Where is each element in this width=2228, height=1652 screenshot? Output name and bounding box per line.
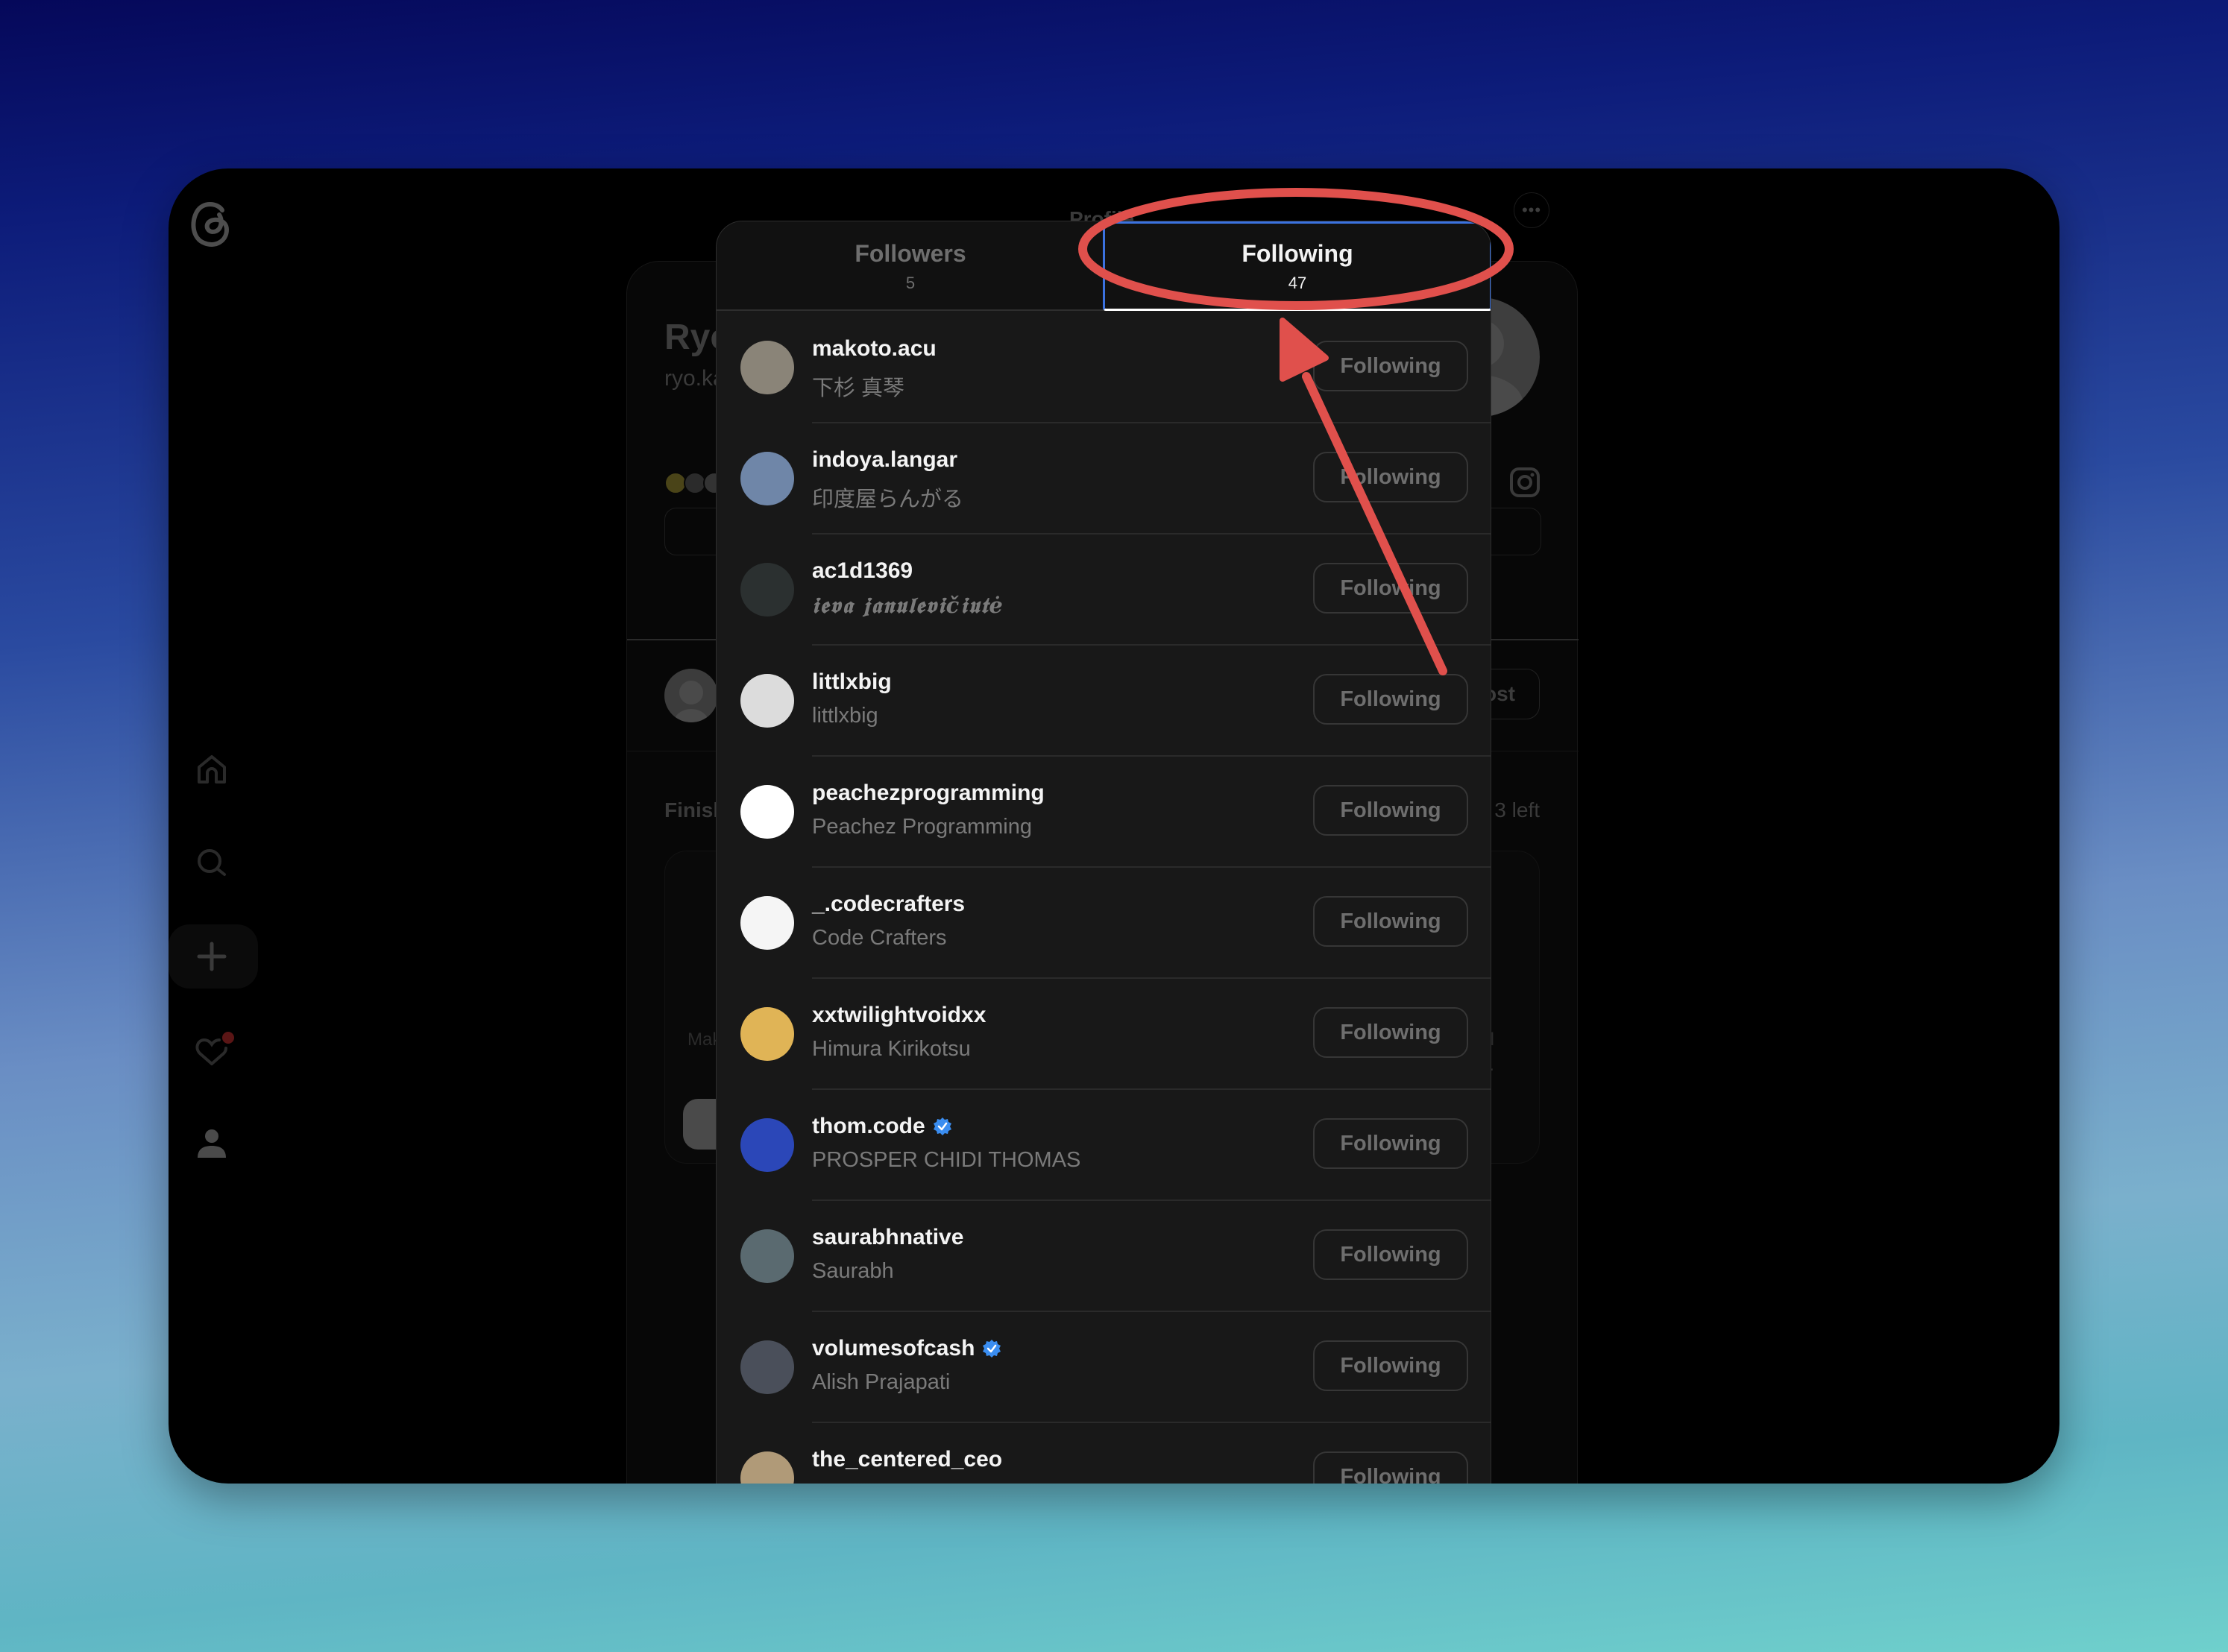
username-line: _.codecrafters bbox=[812, 892, 965, 917]
list-item[interactable]: xxtwilightvoidxx Himura Kirikotsu Follow… bbox=[717, 979, 1491, 1090]
following-button[interactable]: Following bbox=[1313, 674, 1468, 725]
tab-count: 47 bbox=[1288, 273, 1307, 292]
list-item[interactable]: ac1d1369 𝖎𝖊𝖛𝖆 𝖏𝖆𝖓𝖚𝖑𝖊𝖛𝖎č𝖎𝖚𝖙ė Following bbox=[717, 535, 1491, 646]
full-name: Code Crafters bbox=[812, 926, 947, 950]
following-button[interactable]: Following bbox=[1313, 1451, 1468, 1484]
list-item[interactable]: peachezprogramming Peachez Programming F… bbox=[717, 757, 1491, 868]
list-item[interactable]: the_centered_ceo Following bbox=[717, 1423, 1491, 1484]
home-icon bbox=[198, 755, 226, 784]
username-line: makoto.acu bbox=[812, 336, 937, 362]
list-item[interactable]: _.codecrafters Code Crafters Following bbox=[717, 868, 1491, 979]
follow-tabs: Followers 5 Following 47 bbox=[717, 221, 1491, 311]
full-name: littlxbig bbox=[812, 704, 878, 728]
username-line: volumesofcash bbox=[812, 1336, 1001, 1361]
following-button[interactable]: Following bbox=[1313, 896, 1468, 947]
search-icon bbox=[198, 849, 226, 876]
username-line: peachezprogramming bbox=[812, 781, 1045, 806]
user-avatar[interactable] bbox=[740, 563, 794, 617]
username[interactable]: indoya.langar bbox=[812, 447, 957, 473]
following-button[interactable]: Following bbox=[1313, 1229, 1468, 1280]
list-item[interactable]: thom.code PROSPER CHIDI THOMAS Following bbox=[717, 1090, 1491, 1201]
username[interactable]: makoto.acu bbox=[812, 336, 937, 362]
full-name: Peachez Programming bbox=[812, 815, 1032, 839]
full-name: PROSPER CHIDI THOMAS bbox=[812, 1148, 1081, 1172]
following-button[interactable]: Following bbox=[1313, 1118, 1468, 1169]
plus-icon bbox=[197, 942, 227, 971]
user-avatar[interactable] bbox=[740, 1451, 794, 1484]
username-line: xxtwilightvoidxx bbox=[812, 1003, 986, 1028]
tab-label: Following bbox=[1242, 239, 1353, 267]
full-name: Saurabh bbox=[812, 1259, 894, 1283]
user-avatar[interactable] bbox=[740, 1229, 794, 1283]
sidebar-item-home[interactable] bbox=[188, 745, 236, 793]
verified-badge-icon bbox=[983, 1340, 1001, 1358]
user-avatar[interactable] bbox=[740, 1340, 794, 1394]
username-line: littlxbig bbox=[812, 669, 892, 695]
user-avatar[interactable] bbox=[740, 785, 794, 839]
username[interactable]: thom.code bbox=[812, 1114, 925, 1139]
instagram-icon[interactable] bbox=[1508, 466, 1541, 499]
list-item[interactable]: littlxbig littlxbig Following bbox=[717, 646, 1491, 757]
person-icon bbox=[198, 1129, 226, 1158]
full-name: Alish Prajapati bbox=[812, 1370, 951, 1394]
user-avatar[interactable] bbox=[740, 1007, 794, 1061]
following-button[interactable]: Following bbox=[1313, 1340, 1468, 1391]
follow-list-modal: Followers 5 Following 47 makoto.acu 下杉 真… bbox=[716, 221, 1491, 1484]
username-line: the_centered_ceo bbox=[812, 1447, 1002, 1472]
username-line: indoya.langar bbox=[812, 447, 957, 473]
list-item[interactable]: makoto.acu 下杉 真琴 Following bbox=[717, 312, 1491, 423]
user-avatar[interactable] bbox=[740, 452, 794, 505]
following-button[interactable]: Following bbox=[1313, 1007, 1468, 1058]
list-item[interactable]: indoya.langar 印度屋らんがる Following bbox=[717, 423, 1491, 535]
more-options-button[interactable]: ••• bbox=[1514, 192, 1549, 228]
sidebar-item-create[interactable] bbox=[188, 933, 236, 980]
full-name: 印度屋らんがる bbox=[812, 488, 964, 511]
following-button[interactable]: Following bbox=[1313, 452, 1468, 502]
threads-logo-icon[interactable] bbox=[188, 197, 236, 250]
composer-avatar bbox=[664, 669, 718, 722]
username[interactable]: xxtwilightvoidxx bbox=[812, 1003, 986, 1028]
username[interactable]: littlxbig bbox=[812, 669, 892, 695]
user-avatar[interactable] bbox=[740, 896, 794, 950]
username[interactable]: saurabhnative bbox=[812, 1225, 963, 1250]
sidebar-item-profile[interactable] bbox=[188, 1120, 236, 1167]
verified-badge-icon bbox=[933, 1117, 951, 1135]
tab-count: 5 bbox=[905, 273, 916, 292]
username-line: ac1d1369 bbox=[812, 558, 913, 584]
following-button[interactable]: Following bbox=[1313, 785, 1468, 836]
notification-dot bbox=[222, 1032, 234, 1044]
items-left-label: 3 left bbox=[1494, 798, 1540, 822]
username[interactable]: peachezprogramming bbox=[812, 781, 1045, 806]
tab-label: Followers bbox=[855, 239, 966, 267]
username-line: saurabhnative bbox=[812, 1225, 963, 1250]
sidebar-item-activity[interactable] bbox=[188, 1027, 236, 1075]
username[interactable]: _.codecrafters bbox=[812, 892, 965, 917]
app-window: Profile ••• Ryo ryo.ka ost Finish 3 left… bbox=[169, 168, 2059, 1484]
following-list: makoto.acu 下杉 真琴 Following indoya.langar… bbox=[717, 312, 1491, 1484]
following-button[interactable]: Following bbox=[1313, 563, 1468, 614]
full-name: 下杉 真琴 bbox=[812, 376, 905, 400]
following-button[interactable]: Following bbox=[1313, 341, 1468, 391]
user-avatar[interactable] bbox=[740, 1118, 794, 1172]
user-avatar[interactable] bbox=[740, 341, 794, 394]
username-line: thom.code bbox=[812, 1114, 952, 1139]
full-name: 𝖎𝖊𝖛𝖆 𝖏𝖆𝖓𝖚𝖑𝖊𝖛𝖎č𝖎𝖚𝖙ė bbox=[812, 593, 1004, 618]
sidebar-item-search[interactable] bbox=[188, 839, 236, 887]
list-item[interactable]: saurabhnative Saurabh Following bbox=[717, 1201, 1491, 1312]
full-name: Himura Kirikotsu bbox=[812, 1037, 971, 1061]
user-avatar[interactable] bbox=[740, 674, 794, 728]
username[interactable]: the_centered_ceo bbox=[812, 1447, 1002, 1472]
tab-followers[interactable]: Followers 5 bbox=[717, 221, 1104, 311]
tab-following[interactable]: Following 47 bbox=[1103, 221, 1491, 311]
username[interactable]: volumesofcash bbox=[812, 1336, 975, 1361]
username[interactable]: ac1d1369 bbox=[812, 558, 913, 584]
list-item[interactable]: volumesofcash Alish Prajapati Following bbox=[717, 1312, 1491, 1423]
follower-avatars[interactable] bbox=[664, 472, 726, 494]
